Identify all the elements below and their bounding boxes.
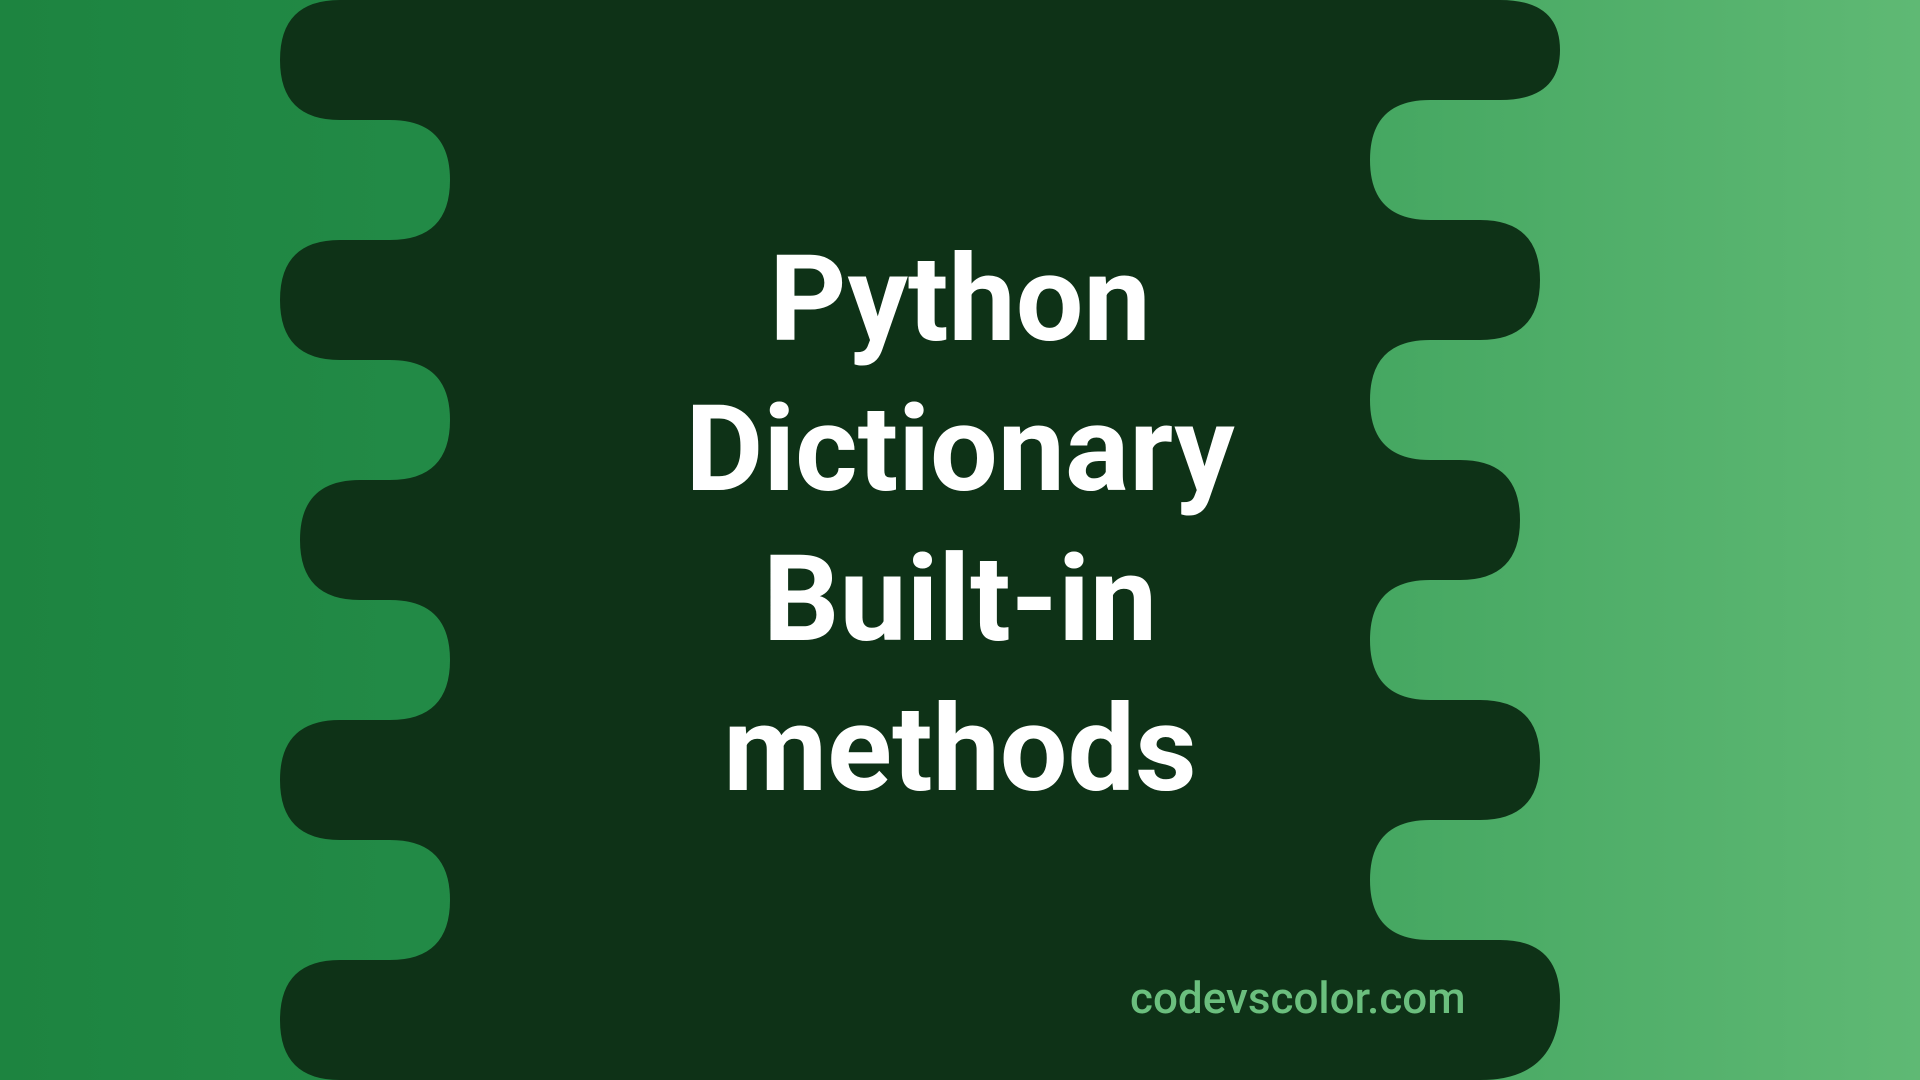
content-wrapper: Python Dictionary Built-in methods codev… — [0, 0, 1920, 1080]
watermark-text: codevscolor.com — [1130, 972, 1466, 1024]
page-title: Python Dictionary Built-in methods — [685, 225, 1234, 825]
